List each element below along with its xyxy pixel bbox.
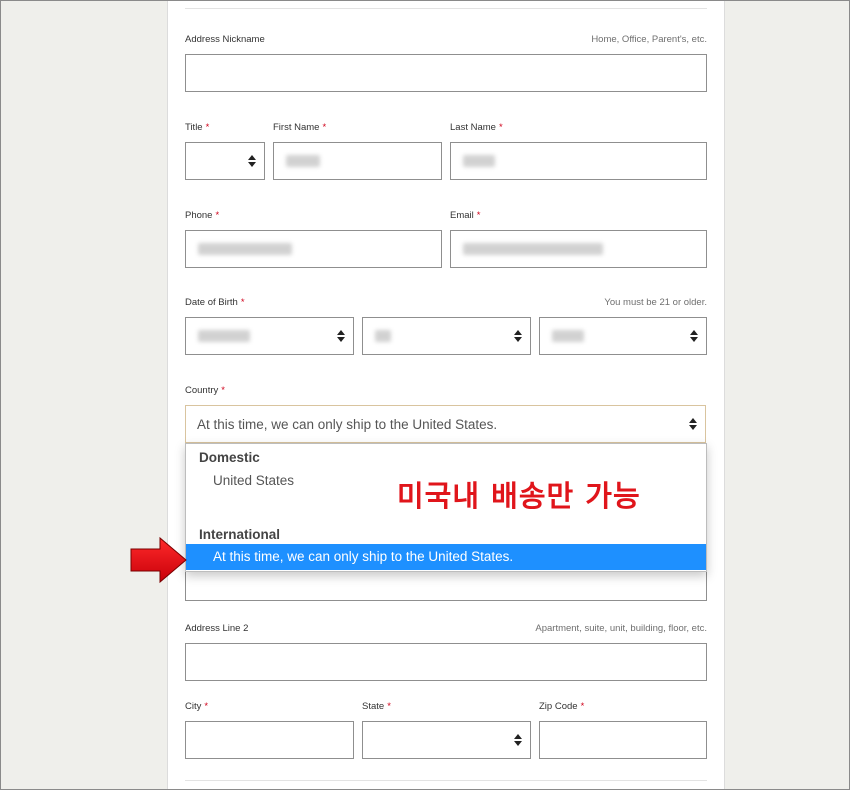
state-label: State *	[362, 701, 391, 712]
blurred-value	[463, 155, 495, 167]
title-select[interactable]	[185, 142, 265, 180]
city-label: City *	[185, 701, 208, 712]
first-name-label-text: First Name	[273, 122, 320, 133]
address-nickname-input[interactable]	[185, 54, 707, 92]
dob-year-select[interactable]	[539, 317, 707, 355]
address-line-2-label: Address Line 2	[185, 623, 248, 634]
email-input[interactable]	[450, 230, 707, 268]
email-label-text: Email	[450, 210, 474, 221]
required-mark: *	[240, 297, 245, 308]
address-line-2-input[interactable]	[185, 643, 707, 681]
dob-hint: You must be 21 or older.	[604, 297, 707, 308]
first-name-input[interactable]	[273, 142, 442, 180]
country-select[interactable]: At this time, we can only ship to the Un…	[185, 405, 706, 443]
select-arrows-icon	[689, 418, 697, 430]
required-mark: *	[221, 385, 225, 396]
dob-label-text: Date of Birth	[185, 297, 238, 308]
blurred-value	[198, 330, 250, 342]
state-label-text: State	[362, 701, 385, 712]
phone-label-text: Phone	[185, 210, 213, 221]
blurred-value	[286, 155, 320, 167]
required-mark: *	[322, 122, 327, 133]
required-mark: *	[498, 122, 503, 133]
last-name-label-text: Last Name	[450, 122, 496, 133]
option-group-domestic: Domestic	[199, 450, 260, 465]
country-select-value: At this time, we can only ship to the Un…	[197, 417, 498, 432]
select-arrows-icon	[248, 155, 256, 167]
city-input[interactable]	[185, 721, 354, 759]
dob-month-select[interactable]	[185, 317, 354, 355]
annotation-text: 미국내 배송만 가능	[397, 479, 641, 513]
city-label-text: City	[185, 701, 202, 712]
last-name-label: Last Name *	[450, 122, 503, 133]
zip-code-label: Zip Code *	[539, 701, 584, 712]
select-arrows-icon	[337, 330, 345, 342]
required-mark: *	[204, 701, 209, 712]
red-arrow-icon	[130, 536, 187, 584]
required-mark: *	[215, 210, 220, 221]
dob-day-select[interactable]	[362, 317, 531, 355]
country-label: Country *	[185, 385, 225, 396]
bottom-divider	[185, 780, 707, 781]
last-name-input[interactable]	[450, 142, 707, 180]
blurred-value	[375, 330, 391, 342]
state-select[interactable]	[362, 721, 531, 759]
address-line-2-label-text: Address Line 2	[185, 623, 249, 634]
title-label-text: Title	[185, 122, 203, 133]
address-nickname-label-text: Address Nickname	[185, 34, 265, 45]
select-arrows-icon	[690, 330, 698, 342]
select-arrows-icon	[514, 734, 522, 746]
email-label: Email *	[450, 210, 480, 221]
phone-label: Phone *	[185, 210, 219, 221]
dob-label: Date of Birth *	[185, 297, 245, 308]
option-group-international: International	[199, 527, 281, 542]
address-line-2-hint: Apartment, suite, unit, building, floor,…	[535, 623, 707, 634]
address-nickname-label: Address Nickname	[185, 34, 265, 45]
blurred-value	[463, 243, 603, 255]
required-mark: *	[205, 122, 210, 133]
country-label-text: Country	[185, 385, 219, 396]
zip-code-label-text: Zip Code	[539, 701, 578, 712]
required-mark: *	[580, 701, 585, 712]
required-mark: *	[387, 701, 391, 712]
zip-code-input[interactable]	[539, 721, 707, 759]
blurred-value	[552, 330, 584, 342]
first-name-label: First Name *	[273, 122, 326, 133]
select-arrows-icon	[514, 330, 522, 342]
top-divider	[185, 8, 707, 9]
required-mark: *	[476, 210, 481, 221]
blurred-value	[198, 243, 292, 255]
title-label: Title *	[185, 122, 209, 133]
address-nickname-hint: Home, Office, Parent's, etc.	[591, 34, 707, 45]
phone-input[interactable]	[185, 230, 442, 268]
option-international-notice[interactable]: At this time, we can only ship to the Un…	[186, 544, 706, 570]
